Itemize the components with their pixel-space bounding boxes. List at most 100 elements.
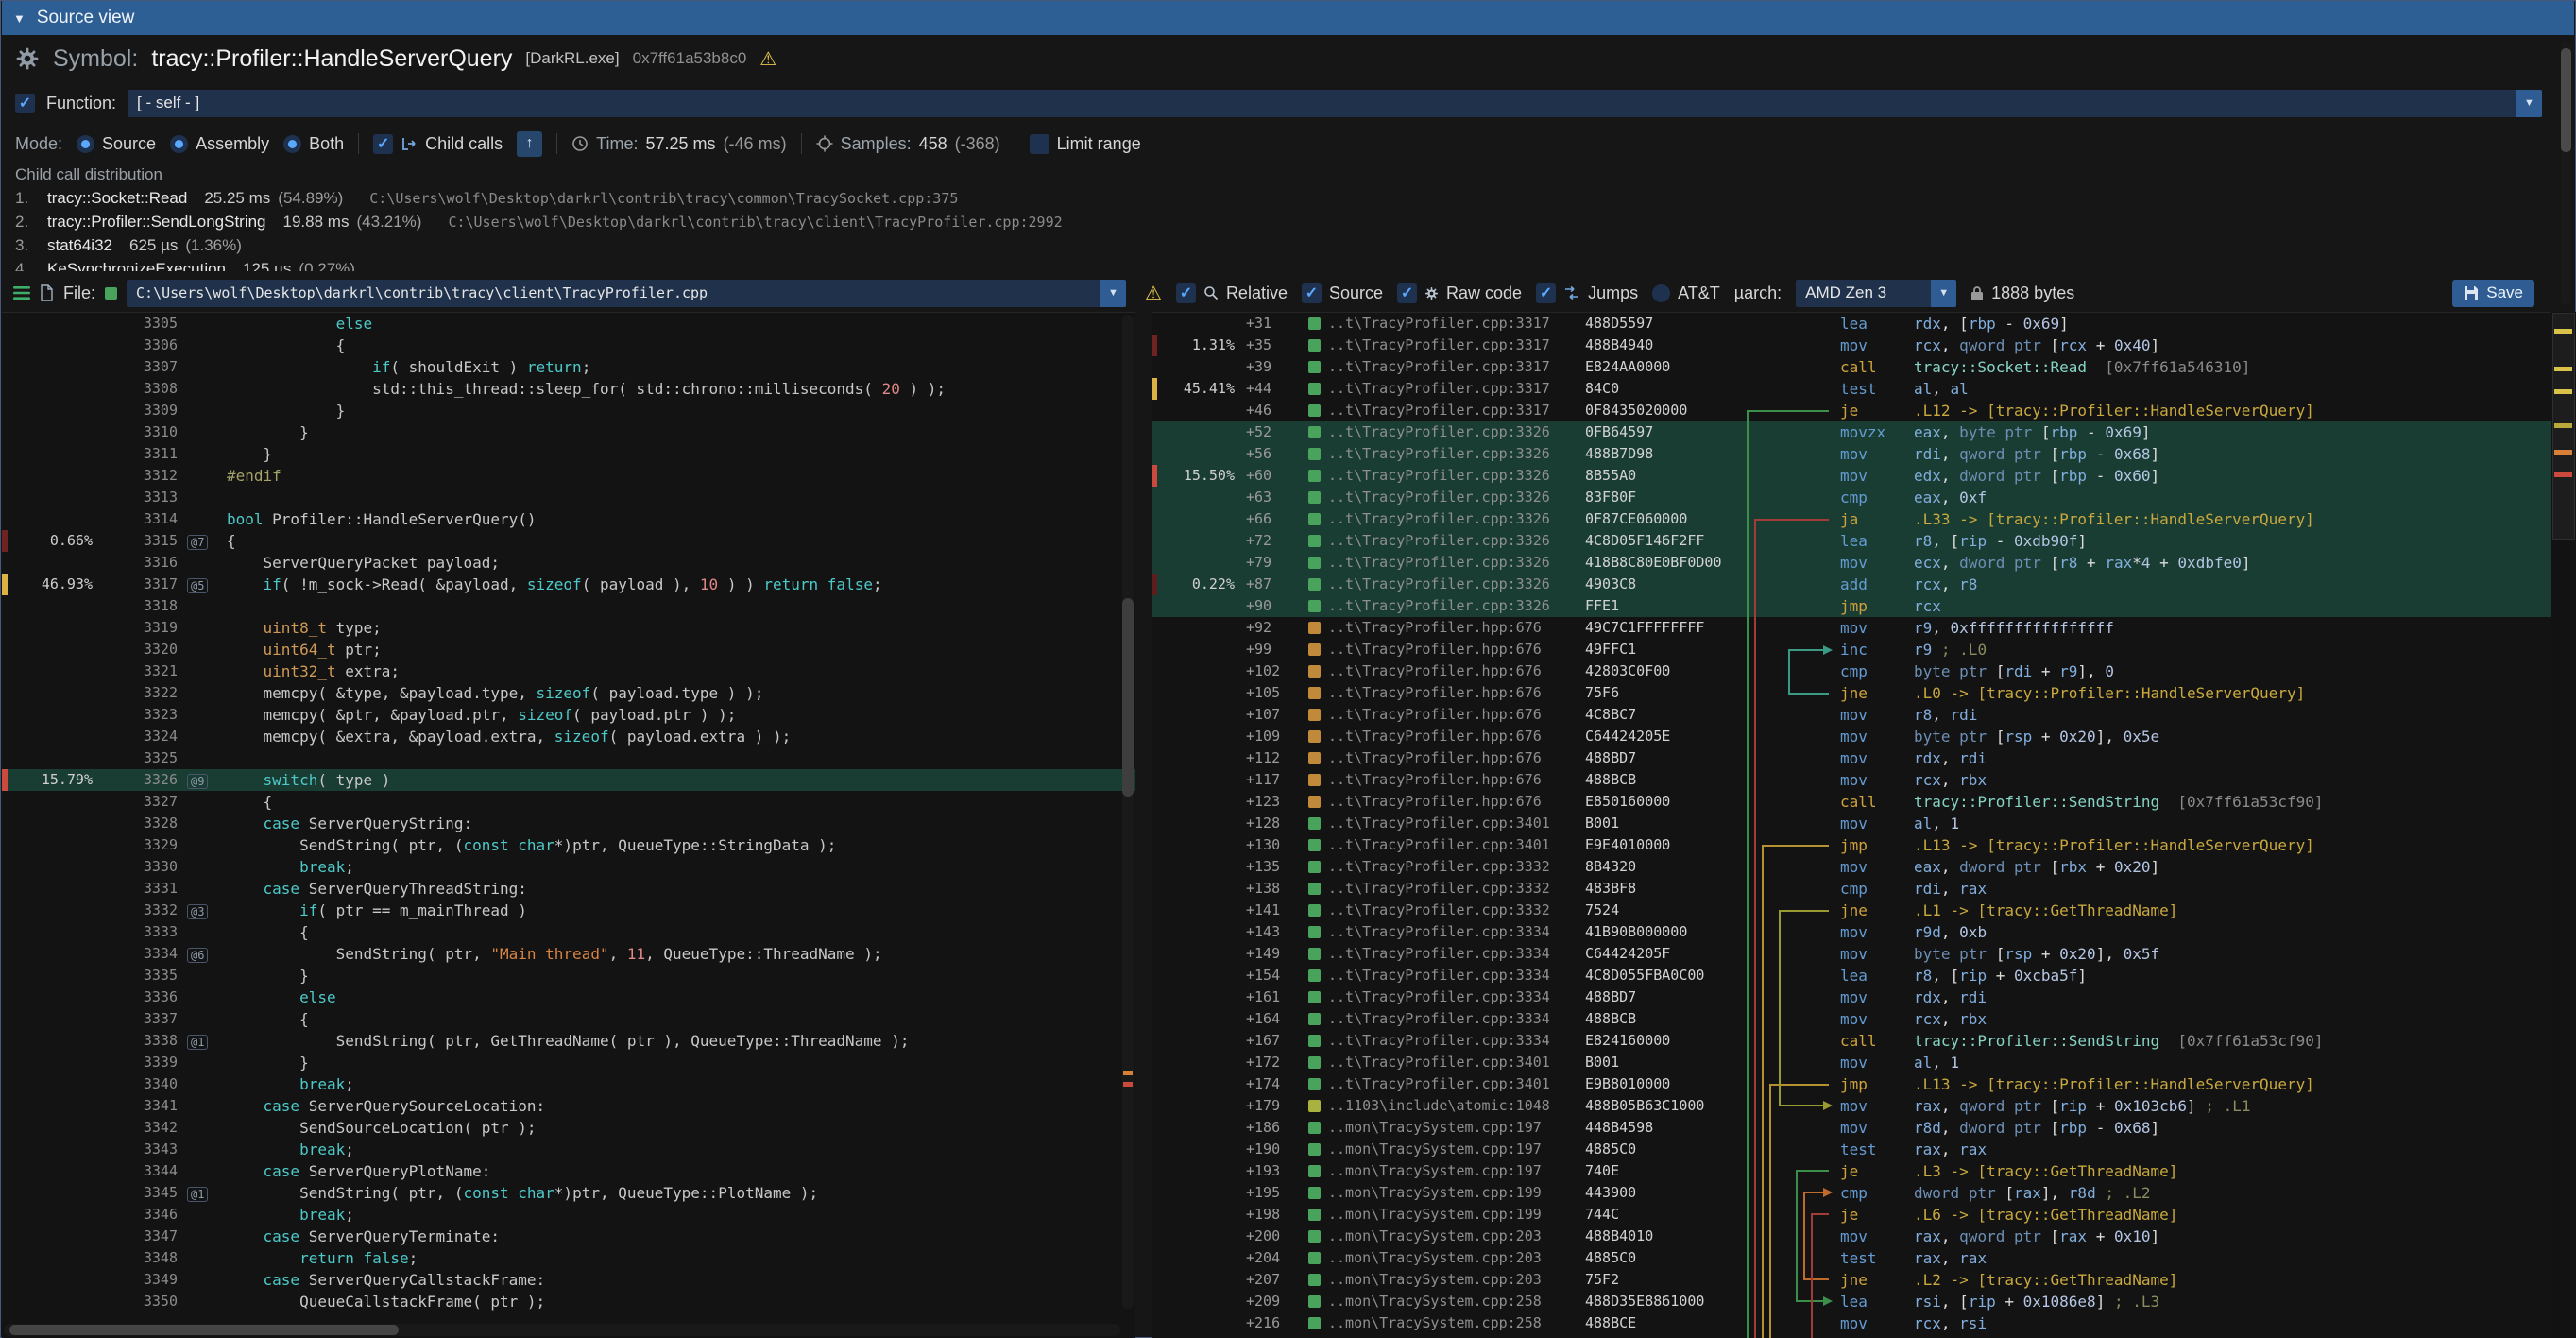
- asm-row[interactable]: +128..t\TracyProfiler.cpp:3401B001moval,…: [1152, 813, 2551, 834]
- source-line[interactable]: 3344 case ServerQueryPlotName:: [2, 1160, 1135, 1182]
- asm-row[interactable]: +167..t\TracyProfiler.cpp:3334E824160000…: [1152, 1030, 2551, 1052]
- source-line[interactable]: 3347 case ServerQueryTerminate:: [2, 1226, 1135, 1247]
- scrollbar-handle[interactable]: [2561, 48, 2571, 152]
- source-line[interactable]: 3306 {: [2, 334, 1135, 356]
- asm-row[interactable]: +195..mon\TracySystem.cpp:199443900cmpdw…: [1152, 1182, 2551, 1204]
- source-line[interactable]: 3327 {: [2, 791, 1135, 813]
- asm-row[interactable]: +79..t\TracyProfiler.cpp:3326418B8C80E0B…: [1152, 552, 2551, 574]
- function-combo[interactable]: [ - self - ] ▼: [128, 90, 2542, 117]
- save-button[interactable]: Save: [2452, 280, 2534, 307]
- source-line[interactable]: 3321 uint32_t extra;: [2, 660, 1135, 682]
- asm-row[interactable]: +164..t\TracyProfiler.cpp:3334488BCBmovr…: [1152, 1008, 2551, 1030]
- distribution-row[interactable]: 2. tracy::Profiler::SendLongString 19.88…: [15, 210, 2533, 233]
- source-horizontal-scrollbar[interactable]: [4, 1324, 1120, 1336]
- assembly-panel[interactable]: +31..t\TracyProfiler.cpp:3317488D5597lea…: [1152, 312, 2551, 1338]
- source-line[interactable]: 3318: [2, 595, 1135, 617]
- window-titlebar[interactable]: ▼ Source view: [2, 1, 2574, 35]
- source-line[interactable]: 15.79%3326@9 switch( type ): [2, 769, 1135, 791]
- source-line[interactable]: 3345@1 SendString( ptr, (const char*)ptr…: [2, 1182, 1135, 1204]
- att-radio[interactable]: AT&T: [1652, 283, 1720, 303]
- limit-range-checkbox[interactable]: Limit range: [1030, 134, 1141, 154]
- source-line[interactable]: 3335 }: [2, 965, 1135, 986]
- asm-row[interactable]: +66..t\TracyProfiler.cpp:33260F87CE06000…: [1152, 508, 2551, 530]
- source-line[interactable]: 3320 uint64_t ptr;: [2, 639, 1135, 660]
- file-combo[interactable]: C:\Users\wolf\Desktop\darkrl\contrib\tra…: [127, 280, 1126, 307]
- source-line[interactable]: 3319 uint8_t type;: [2, 617, 1135, 639]
- source-line[interactable]: 3312#endif: [2, 465, 1135, 487]
- asm-row[interactable]: +105..t\TracyProfiler.hpp:67675F6jne.L0 …: [1152, 682, 2551, 704]
- file-list-icon[interactable]: [13, 286, 30, 300]
- source-line[interactable]: 3305 else: [2, 313, 1135, 334]
- mode-radio-source[interactable]: Source: [77, 134, 156, 154]
- source-line[interactable]: 3334@6 SendString( ptr, "Main thread", 1…: [2, 943, 1135, 965]
- asm-row[interactable]: +154..t\TracyProfiler.cpp:33344C8D055FBA…: [1152, 965, 2551, 986]
- asm-row[interactable]: +130..t\TracyProfiler.cpp:3401E9E4010000…: [1152, 834, 2551, 856]
- asm-row[interactable]: +179..1103\include\atomic:1048488B05B63C…: [1152, 1095, 2551, 1117]
- source-line[interactable]: 3332@3 if( ptr == m_mainThread ): [2, 900, 1135, 921]
- asm-row[interactable]: +135..t\TracyProfiler.cpp:33328B4320move…: [1152, 856, 2551, 878]
- asm-row[interactable]: +109..t\TracyProfiler.hpp:676C64424205Em…: [1152, 726, 2551, 747]
- distribution-row[interactable]: 1. tracy::Socket::Read 25.25 ms (54.89%)…: [15, 186, 2533, 210]
- source-line[interactable]: 3333 {: [2, 921, 1135, 943]
- source-line[interactable]: 3313: [2, 487, 1135, 508]
- propagate-up-button[interactable]: ↑: [517, 131, 542, 157]
- window-scrollbar[interactable]: [2561, 41, 2571, 305]
- source-line[interactable]: 3338@1 SendString( ptr, GetThreadName( p…: [2, 1030, 1135, 1052]
- asm-row[interactable]: +186..mon\TracySystem.cpp:197448B4598mov…: [1152, 1117, 2551, 1139]
- function-checkbox[interactable]: [15, 94, 35, 113]
- collapse-arrow-icon[interactable]: ▼: [13, 11, 26, 26]
- source-line[interactable]: 3341 case ServerQuerySourceLocation:: [2, 1095, 1135, 1117]
- jumps-checkbox[interactable]: Jumps: [1536, 283, 1638, 303]
- child-calls-checkbox[interactable]: Child calls: [373, 134, 503, 154]
- distribution-row[interactable]: 3. stat64i32 625 µs (1.36%): [15, 233, 2533, 257]
- asm-row[interactable]: +141..t\TracyProfiler.cpp:33327524jne.L1…: [1152, 900, 2551, 921]
- asm-row[interactable]: +123..t\TracyProfiler.hpp:676E850160000c…: [1152, 791, 2551, 813]
- asm-row[interactable]: 1.31%+35..t\TracyProfiler.cpp:3317488B49…: [1152, 334, 2551, 356]
- source-line[interactable]: 3349 case ServerQueryCallstackFrame:: [2, 1269, 1135, 1291]
- uarch-combo[interactable]: AMD Zen 3 ▼: [1796, 280, 1956, 307]
- source-line[interactable]: 3314bool Profiler::HandleServerQuery(): [2, 508, 1135, 530]
- asm-row[interactable]: +138..t\TracyProfiler.cpp:3332483BF8cmpr…: [1152, 878, 2551, 900]
- source-line[interactable]: 3336 else: [2, 986, 1135, 1008]
- asm-row[interactable]: +99..t\TracyProfiler.hpp:67649FFC1incr9 …: [1152, 639, 2551, 660]
- asm-row[interactable]: 45.41%+44..t\TracyProfiler.cpp:331784C0t…: [1152, 378, 2551, 400]
- scrollbar-handle[interactable]: [1122, 598, 1134, 797]
- asm-row[interactable]: +112..t\TracyProfiler.hpp:676488BD7movrd…: [1152, 747, 2551, 769]
- source-line[interactable]: 3311 }: [2, 443, 1135, 465]
- raw-code-checkbox[interactable]: Raw code: [1397, 283, 1522, 303]
- source-line[interactable]: 3343 break;: [2, 1139, 1135, 1160]
- asm-row[interactable]: +72..t\TracyProfiler.cpp:33264C8D05F146F…: [1152, 530, 2551, 552]
- source-line[interactable]: 3340 break;: [2, 1073, 1135, 1095]
- asm-row[interactable]: +161..t\TracyProfiler.cpp:3334488BD7movr…: [1152, 986, 2551, 1008]
- asm-row[interactable]: +190..mon\TracySystem.cpp:1974885C0testr…: [1152, 1139, 2551, 1160]
- source-checkbox[interactable]: Source: [1302, 283, 1383, 303]
- asm-row[interactable]: +209..mon\TracySystem.cpp:258488D35E8861…: [1152, 1291, 2551, 1312]
- source-line[interactable]: 3316 ServerQueryPacket payload;: [2, 552, 1135, 574]
- source-line[interactable]: 3346 break;: [2, 1204, 1135, 1226]
- source-line[interactable]: 3328 case ServerQueryString:: [2, 813, 1135, 834]
- source-line[interactable]: 3309 }: [2, 400, 1135, 421]
- asm-row[interactable]: +90..t\TracyProfiler.cpp:3326FFE1jmprcx: [1152, 595, 2551, 617]
- asm-row[interactable]: +198..mon\TracySystem.cpp:199744Cje.L6 -…: [1152, 1204, 2551, 1226]
- assembly-minimap[interactable]: [2551, 312, 2576, 1338]
- source-line[interactable]: 3307 if( shouldExit ) return;: [2, 356, 1135, 378]
- asm-row[interactable]: +52..t\TracyProfiler.cpp:33260FB64597mov…: [1152, 421, 2551, 443]
- relative-checkbox[interactable]: Relative: [1176, 283, 1288, 303]
- source-line[interactable]: 3322 memcpy( &type, &payload.type, sizeo…: [2, 682, 1135, 704]
- source-line[interactable]: 3323 memcpy( &ptr, &payload.ptr, sizeof(…: [2, 704, 1135, 726]
- source-line[interactable]: 46.93%3317@5 if( !m_sock->Read( &payload…: [2, 574, 1135, 595]
- source-line[interactable]: 3325: [2, 747, 1135, 769]
- asm-row[interactable]: 0.22%+87..t\TracyProfiler.cpp:33264903C8…: [1152, 574, 2551, 595]
- source-line[interactable]: 3339 }: [2, 1052, 1135, 1073]
- source-line[interactable]: 3350 QueueCallstackFrame( ptr );: [2, 1291, 1135, 1312]
- source-line[interactable]: 3342 SendSourceLocation( ptr );: [2, 1117, 1135, 1139]
- source-line[interactable]: 3348 return false;: [2, 1247, 1135, 1269]
- asm-row[interactable]: +172..t\TracyProfiler.cpp:3401B001moval,…: [1152, 1052, 2551, 1073]
- asm-row[interactable]: +174..t\TracyProfiler.cpp:3401E9B8010000…: [1152, 1073, 2551, 1095]
- asm-row[interactable]: +193..mon\TracySystem.cpp:197740Eje.L3 -…: [1152, 1160, 2551, 1182]
- source-panel[interactable]: 3305 else3306 {3307 if( shouldExit ) ret…: [2, 312, 1135, 1338]
- source-line[interactable]: 3308 std::this_thread::sleep_for( std::c…: [2, 378, 1135, 400]
- asm-row[interactable]: +63..t\TracyProfiler.cpp:332683F80Fcmpea…: [1152, 487, 2551, 508]
- mode-radio-both[interactable]: Both: [283, 134, 344, 154]
- asm-row[interactable]: +56..t\TracyProfiler.cpp:3326488B7D98mov…: [1152, 443, 2551, 465]
